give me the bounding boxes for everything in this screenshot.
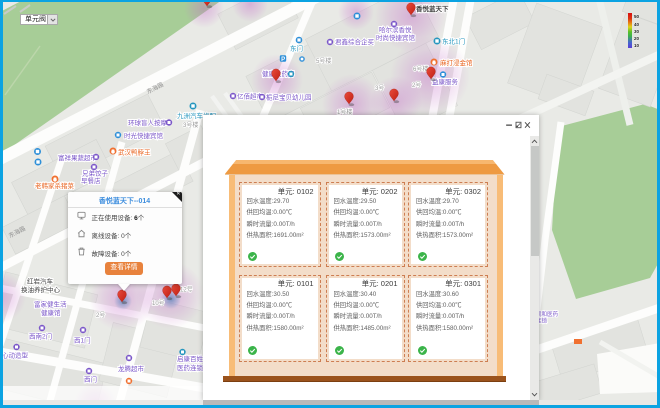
svg-text:栀尼宝贝幼儿园: 栀尼宝贝幼儿园 — [266, 93, 312, 102]
svg-text:P: P — [281, 57, 285, 63]
svg-text:麻打浸金馆: 麻打浸金馆 — [440, 58, 473, 67]
svg-text:启康百姓: 启康百姓 — [177, 354, 204, 363]
svg-text:12号: 12号 — [180, 287, 193, 294]
svg-text:龙腾超市: 龙腾超市 — [118, 364, 145, 373]
svg-text:富家健生活: 富家健生活 — [34, 300, 67, 309]
svg-text:时光快捷宾馆: 时光快捷宾馆 — [124, 131, 164, 140]
svg-text:武汉鸭脖王: 武汉鸭脖王 — [118, 148, 151, 157]
svg-text:东北1门: 东北1门 — [442, 37, 465, 46]
svg-text:医药连锁: 医药连锁 — [177, 363, 204, 372]
svg-text:西门: 西门 — [84, 375, 97, 384]
svg-text:2号: 2号 — [412, 82, 421, 89]
svg-text:5号楼: 5号楼 — [316, 57, 331, 65]
svg-text:2号: 2号 — [96, 312, 105, 319]
svg-text:红岩汽车: 红岩汽车 — [27, 277, 54, 286]
svg-text:6号楼: 6号楼 — [413, 65, 428, 73]
svg-text:早餐店: 早餐店 — [81, 176, 101, 185]
svg-text:富祥果蔬超市: 富祥果蔬超市 — [58, 153, 98, 162]
svg-text:健康馆: 健康馆 — [41, 308, 61, 317]
svg-text:君鑫综合企买: 君鑫综合企买 — [335, 37, 375, 46]
svg-text:心动造型: 心动造型 — [2, 351, 29, 360]
svg-text:香悦蓝天下: 香悦蓝天下 — [416, 4, 449, 13]
svg-text:10号: 10号 — [152, 300, 165, 307]
svg-text:西南2门: 西南2门 — [29, 332, 52, 341]
svg-text:益康服务: 益康服务 — [432, 77, 459, 86]
svg-text:3号楼: 3号楼 — [183, 121, 198, 129]
svg-text:3号: 3号 — [375, 85, 384, 92]
svg-text:东门: 东门 — [290, 44, 303, 53]
svg-text:环球盲人按摩: 环球盲人按摩 — [128, 118, 168, 127]
svg-text:时尚快捷宾馆: 时尚快捷宾馆 — [376, 33, 416, 42]
svg-text:西1门: 西1门 — [74, 336, 91, 345]
svg-text:同和医药: 同和医药 — [536, 310, 559, 318]
svg-text:换油养护中心: 换油养护中心 — [21, 285, 61, 294]
